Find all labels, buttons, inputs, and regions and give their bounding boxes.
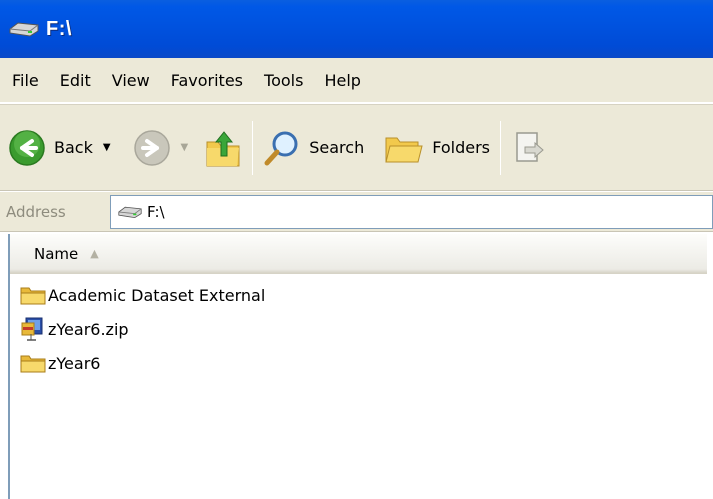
column-header-name[interactable]: Name ▲ — [10, 234, 707, 274]
menu-view[interactable]: View — [112, 71, 150, 90]
back-arrow-icon — [9, 129, 45, 166]
list-item[interactable]: zYear6.zip — [10, 312, 713, 346]
menu-help[interactable]: Help — [324, 71, 360, 90]
search-icon — [264, 131, 298, 165]
menu-tools[interactable]: Tools — [264, 71, 303, 90]
menu-edit[interactable]: Edit — [60, 71, 91, 90]
list-item-name: Academic Dataset External — [48, 285, 266, 305]
forward-dropdown-icon[interactable]: ▼ — [181, 142, 189, 153]
drive-icon — [118, 206, 142, 218]
window-title: F:\ — [46, 17, 72, 40]
list-item-name: zYear6 — [48, 353, 101, 373]
zip-file-icon — [21, 317, 43, 341]
up-folder-button[interactable] — [204, 118, 242, 178]
menu-bar: File Edit View Favorites Tools Help — [0, 58, 713, 103]
drive-icon — [9, 22, 39, 37]
forward-button[interactable]: ▼ — [133, 118, 189, 178]
file-list[interactable]: Name ▲ Academic Dataset External zYear6.… — [8, 234, 713, 499]
list-item-name: zYear6.zip — [48, 319, 129, 339]
menu-file[interactable]: File — [12, 71, 39, 90]
move-to-button[interactable] — [511, 118, 545, 178]
search-button[interactable]: Search — [263, 118, 364, 178]
sort-ascending-icon: ▲ — [90, 247, 99, 260]
address-bar: Address F:\ — [0, 192, 713, 232]
title-bar[interactable]: F:\ — [0, 0, 713, 58]
forward-arrow-icon — [133, 129, 170, 166]
list-item[interactable]: Academic Dataset External — [10, 278, 713, 312]
back-button[interactable]: Back ▼ — [8, 118, 111, 178]
toolbar-separator-2 — [500, 120, 501, 175]
toolbar-separator — [252, 120, 254, 175]
move-to-icon — [516, 131, 544, 162]
search-label: Search — [309, 138, 365, 157]
folders-icon — [385, 137, 423, 162]
menu-favorites[interactable]: Favorites — [171, 71, 243, 90]
folder-icon — [20, 287, 46, 305]
back-dropdown-icon[interactable]: ▼ — [103, 142, 111, 153]
back-label: Back — [54, 138, 93, 157]
folders-button[interactable]: Folders — [384, 118, 490, 178]
list-item[interactable]: zYear6 — [10, 346, 713, 380]
up-folder-icon — [206, 130, 240, 166]
column-header-label: Name — [34, 244, 79, 263]
toolbar: Back ▼ ▼ Search Folders — [0, 104, 713, 191]
address-label: Address — [6, 202, 66, 221]
address-value: F:\ — [147, 202, 165, 221]
folder-icon — [20, 355, 46, 373]
folders-label: Folders — [432, 138, 490, 157]
address-input[interactable]: F:\ — [110, 194, 713, 229]
